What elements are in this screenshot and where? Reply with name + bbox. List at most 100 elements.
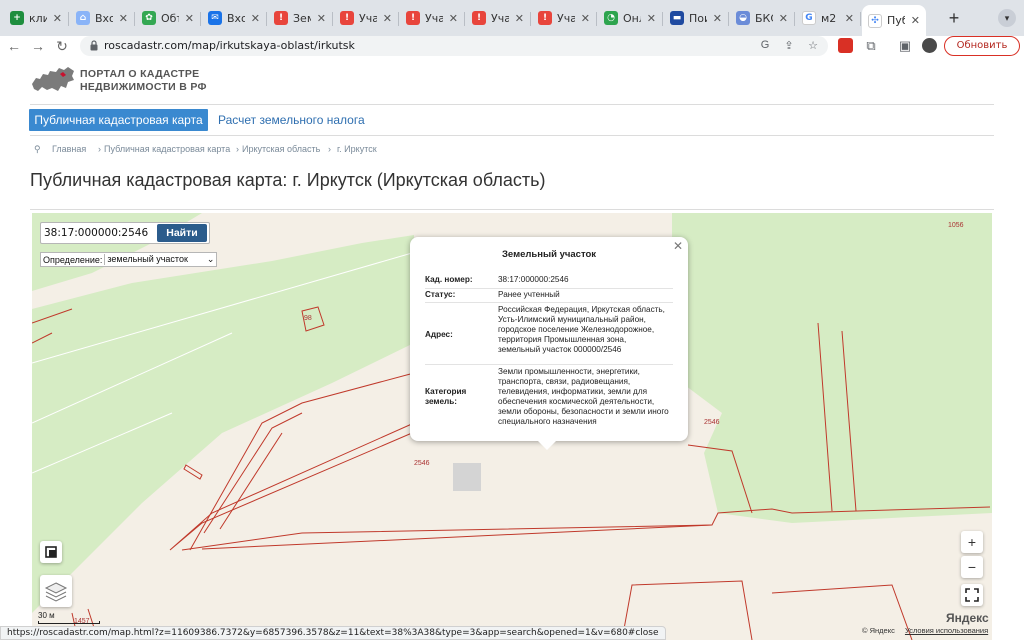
popup-divider: [425, 364, 673, 365]
tab-favicon-icon: +: [10, 11, 24, 25]
tab-separator: [530, 12, 531, 26]
tab-close-icon[interactable]: ✕: [317, 12, 326, 25]
browser-tab[interactable]: ✣ Пуб ✕: [862, 5, 926, 36]
breadcrumb-city: г. Иркутск: [337, 144, 377, 154]
tab-close-icon[interactable]: ✕: [185, 12, 194, 25]
scale-bar: [38, 621, 100, 624]
popup-value: Земли промышленности, энергетики, трансп…: [498, 367, 669, 426]
side-panel-icon[interactable]: ▣: [898, 38, 912, 54]
russia-map-logo-icon[interactable]: [30, 62, 76, 96]
popup-value: 38:17:000000:2546: [498, 275, 569, 284]
share-icon[interactable]: ⇪: [782, 39, 796, 52]
tab-close-icon[interactable]: ✕: [515, 12, 524, 25]
popup-label: Адрес:: [425, 330, 453, 339]
breadcrumb-separator-icon: ›: [236, 144, 239, 154]
profile-avatar[interactable]: [922, 38, 937, 53]
map-copyright: © Яндекс Условия использования: [862, 626, 988, 635]
breadcrumb-home[interactable]: Главная: [52, 144, 86, 154]
popup-divider: [425, 302, 673, 303]
zoom-out-button[interactable]: −: [961, 556, 983, 578]
title-divider: [30, 209, 994, 210]
tab-favicon-icon: !: [406, 11, 420, 25]
tab-close-icon[interactable]: ✕: [845, 12, 854, 25]
browser-tab[interactable]: ◒ БКС ✕: [730, 5, 794, 31]
tab-close-icon[interactable]: ✕: [449, 12, 458, 25]
cadastral-map[interactable]: 1056 2546 2546 98 1457 Найти Определение…: [32, 213, 992, 640]
tab-close-icon[interactable]: ✕: [53, 12, 62, 25]
site-logo-text[interactable]: ПОРТАЛ О КАДАСТРЕ НЕДВИЖИМОСТИ В РФ: [80, 68, 207, 94]
parcel-label: 2546: [414, 460, 430, 467]
tab-separator: [662, 12, 663, 26]
tab-close-icon[interactable]: ✕: [119, 12, 128, 25]
browser-tab[interactable]: + кли ✕: [4, 5, 68, 31]
extensions-puzzle-icon[interactable]: ⧉: [864, 38, 878, 54]
browser-tab[interactable]: ⌂ Вхо ✕: [70, 5, 134, 31]
new-tab-button[interactable]: +: [944, 8, 964, 29]
browser-tab[interactable]: ✉ Вхо ✕: [202, 5, 266, 31]
popup-value: Российская Федерация, Иркутская область,…: [498, 305, 665, 354]
back-arrow-icon[interactable]: ←: [6, 36, 22, 56]
browser-tab[interactable]: ▬ Пои ✕: [664, 5, 728, 31]
popup-label: Статус:: [425, 290, 456, 299]
fullscreen-icon[interactable]: [40, 541, 62, 563]
browser-tab[interactable]: ◔ Онл ✕: [598, 5, 662, 31]
browser-tab[interactable]: ! Уча ✕: [400, 5, 464, 31]
tab-label: Онл: [623, 11, 641, 25]
nav-tab-land-tax[interactable]: Расчет земельного налога: [218, 109, 365, 131]
breadcrumb-region[interactable]: Иркутская область: [242, 144, 320, 154]
find-button[interactable]: Найти: [157, 224, 207, 242]
browser-tab[interactable]: ! Зем ✕: [268, 5, 332, 31]
map-green-area: [672, 213, 992, 523]
tab-separator: [266, 12, 267, 26]
cadastral-search: Найти: [40, 222, 210, 244]
tab-label: БКС: [755, 11, 773, 25]
address-bar[interactable]: roscadastr.com/map/irkutskaya-oblast/irk…: [80, 36, 828, 56]
tab-label: м2: [821, 11, 837, 25]
tab-label: Объ: [161, 11, 179, 25]
reload-icon[interactable]: ↻: [54, 36, 70, 56]
expand-icon[interactable]: [961, 584, 983, 606]
tab-separator: [200, 12, 201, 26]
tab-label: кли: [29, 11, 47, 25]
browser-tab[interactable]: ✿ Объ ✕: [136, 5, 200, 31]
layers-icon[interactable]: [40, 575, 72, 607]
lock-icon: [90, 40, 98, 51]
google-lens-icon[interactable]: G: [758, 39, 772, 51]
tab-close-icon[interactable]: ✕: [383, 12, 392, 25]
status-bar-url: https://roscadastr.com/map.html?z=116093…: [0, 626, 666, 640]
cadastral-number-input[interactable]: [44, 225, 156, 241]
tab-close-icon[interactable]: ✕: [911, 14, 920, 27]
definition-select[interactable]: земельный участок ⌄: [104, 254, 216, 265]
terms-of-use-link[interactable]: Условия использования: [905, 626, 988, 635]
extension-shield-icon[interactable]: [838, 38, 853, 53]
update-browser-button[interactable]: Обновить: [944, 36, 1020, 56]
tab-favicon-icon: !: [538, 11, 552, 25]
tab-close-icon[interactable]: ✕: [779, 12, 788, 25]
tab-close-icon[interactable]: ✕: [251, 12, 260, 25]
zoom-in-button[interactable]: +: [961, 531, 983, 553]
tab-search-chevron-icon[interactable]: ▾: [998, 9, 1016, 27]
forward-arrow-icon[interactable]: →: [30, 36, 46, 56]
tab-label: Уча: [359, 11, 377, 25]
selected-parcel-marker[interactable]: [453, 463, 481, 491]
tab-close-icon[interactable]: ✕: [647, 12, 656, 25]
logo-line-2: НЕДВИЖИМОСТИ В РФ: [80, 81, 207, 93]
breadcrumb-separator-icon: ›: [98, 144, 101, 154]
header-divider: [30, 104, 994, 105]
parcel-label: 2546: [704, 419, 720, 426]
breadcrumb-cadastral-map[interactable]: Публичная кадастровая карта: [104, 144, 230, 154]
nav-divider: [30, 135, 994, 136]
tab-favicon-icon: ✣: [868, 13, 882, 28]
nav-tab-cadastral-map[interactable]: Публичная кадастровая карта: [29, 109, 208, 131]
parcel-label: 1056: [948, 222, 964, 229]
browser-tab[interactable]: Gм2 ✕: [796, 5, 860, 31]
tab-close-icon[interactable]: ✕: [581, 12, 590, 25]
browser-tab[interactable]: ! Уча ✕: [466, 5, 530, 31]
yandex-logo[interactable]: Яндекс: [946, 611, 989, 625]
browser-tab[interactable]: ! Уча ✕: [532, 5, 596, 31]
browser-tab[interactable]: ! Уча ✕: [334, 5, 398, 31]
bookmark-star-icon[interactable]: ☆: [806, 39, 820, 52]
definition-dropdown[interactable]: Определение: земельный участок ⌄: [40, 252, 218, 267]
tab-close-icon[interactable]: ✕: [713, 12, 722, 25]
definition-label: Определение:: [43, 254, 103, 265]
